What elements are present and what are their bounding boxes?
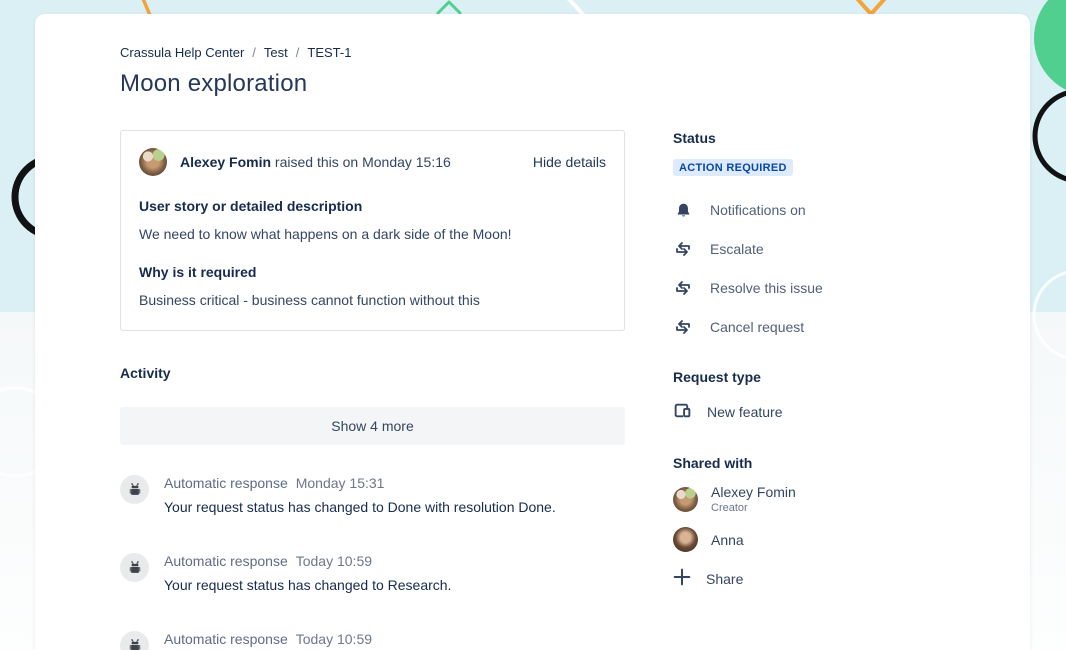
activity-author: Automatic response [164,553,288,569]
request-type-heading: Request type [673,369,973,385]
new-feature-icon [673,401,692,423]
activity-heading: Activity [120,365,625,381]
status-badge: ACTION REQUIRED [673,159,793,176]
breadcrumb-project-link[interactable]: Test [264,45,288,60]
bell-icon [673,200,693,220]
person-avatar [673,527,698,552]
field-value: We need to know what happens on a dark s… [139,226,606,242]
field-label: Why is it required [139,264,606,280]
shared-with-heading: Shared with [673,455,973,471]
activity-timestamp: Today 10:59 [296,631,372,647]
cancel-request-button[interactable]: Cancel request [673,317,973,337]
person-role: Creator [711,502,796,514]
action-label: Notifications on [710,202,806,218]
plus-icon [673,568,691,589]
status-heading: Status [673,130,973,146]
transition-arrows-icon [673,317,693,337]
person-name: Alexey Fomin [711,484,796,500]
request-type-value-row: New feature [673,401,973,423]
raised-time-text: raised this on Monday 15:16 [271,154,451,170]
resolve-issue-button[interactable]: Resolve this issue [673,278,973,298]
activity-timestamp: Monday 15:31 [296,475,385,491]
request-type-value: New feature [707,404,782,420]
shared-person-row: Alexey Fomin Creator [673,484,973,514]
request-type-section: Request type New feature [673,369,973,423]
escalate-button[interactable]: Escalate [673,239,973,259]
automation-robot-icon [120,553,149,582]
activity-message: Your request status has changed to Resea… [164,577,451,593]
activity-item-header: Automatic response Monday 15:31 [164,475,556,491]
request-details-card: Alexey Fomin raised this on Monday 15:16… [120,130,625,331]
activity-author: Automatic response [164,475,288,491]
notifications-toggle-button[interactable]: Notifications on [673,200,973,220]
transition-arrows-icon [673,239,693,259]
share-button[interactable]: Share [673,568,973,589]
reporter-name: Alexey Fomin [180,154,271,170]
breadcrumb-separator: / [296,45,300,60]
hide-details-button[interactable]: Hide details [533,154,606,170]
page-title: Moon exploration [120,70,1030,98]
show-more-button[interactable]: Show 4 more [120,407,625,445]
request-main-column: Alexey Fomin raised this on Monday 15:16… [120,130,625,650]
automation-robot-icon [120,631,149,650]
request-details-header: Alexey Fomin raised this on Monday 15:16… [139,148,606,176]
action-label: Resolve this issue [710,280,823,296]
activity-item-header: Automatic response Today 10:59 [164,631,485,647]
main-content-card: Crassula Help Center / Test / TEST-1 Moo… [35,14,1030,650]
action-label: Escalate [710,241,764,257]
breadcrumb-help-center-link[interactable]: Crassula Help Center [120,45,244,60]
person-name: Anna [711,532,744,548]
activity-message: Your request status has changed to Done … [164,499,556,515]
breadcrumb-issue-link[interactable]: TEST-1 [307,45,351,60]
activity-item-header: Automatic response Today 10:59 [164,553,451,569]
field-label: User story or detailed description [139,198,606,214]
person-avatar [673,487,698,512]
reporter-avatar [139,148,167,176]
activity-item: Automatic response Today 10:59 Your reque… [120,553,625,593]
field-value: Business critical - business cannot func… [139,292,606,308]
activity-author: Automatic response [164,631,288,647]
sidebar-actions: Notifications on Escalate [673,200,973,337]
share-label: Share [706,571,743,587]
reason-field: Why is it required Business critical - b… [139,264,606,308]
activity-item: Automatic responseToday 10:59 Your reque… [120,631,625,650]
activity-timestamp: Today 10:59 [296,553,372,569]
breadcrumb: Crassula Help Center / Test / TEST-1 [120,45,1030,60]
shared-with-section: Shared with Alexey Fomin Creator Anna [673,455,973,589]
activity-item: Automatic response Monday 15:31 Your requ… [120,475,625,515]
breadcrumb-separator: / [252,45,256,60]
transition-arrows-icon [673,278,693,298]
page: Crassula Help Center / Test / TEST-1 Moo… [0,0,1066,650]
automation-robot-icon [120,475,149,504]
description-field: User story or detailed description We ne… [139,198,606,242]
request-sidebar: Status ACTION REQUIRED Notifications on [673,130,973,650]
action-label: Cancel request [710,319,804,335]
shared-person-row: Anna [673,527,973,552]
raised-by-text: Alexey Fomin raised this on Monday 15:16 [180,154,533,170]
